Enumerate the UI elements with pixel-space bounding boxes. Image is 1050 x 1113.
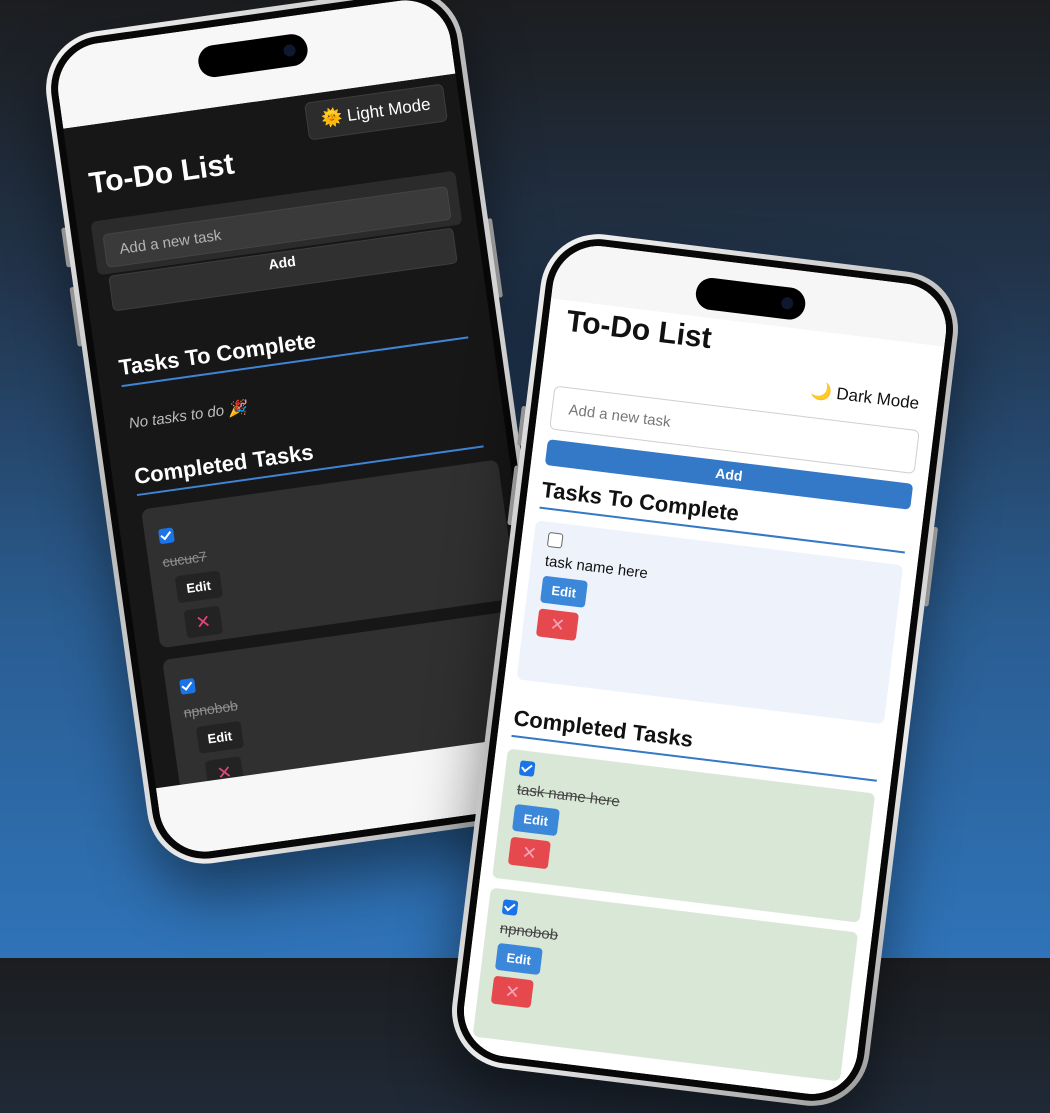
phone-light-mode: To-Do List 🌙 Dark Mode Add Tasks To Comp…	[445, 227, 965, 1113]
dark-mode-toggle[interactable]: 🌙 Dark Mode	[810, 381, 921, 414]
close-icon: ✕	[194, 611, 213, 634]
sun-icon: 🌞	[320, 106, 344, 129]
task-name: npnobob	[182, 697, 239, 721]
completed-task-item: npnobob Edit ✕	[472, 887, 859, 1082]
task-checkbox[interactable]	[157, 527, 175, 545]
task-checkbox[interactable]	[179, 677, 197, 695]
light-mode-toggle[interactable]: 🌞 Light Mode	[304, 83, 448, 141]
task-checkbox[interactable]	[518, 760, 536, 777]
task-name: cucuc7	[161, 548, 208, 571]
empty-tasks-message: No tasks to do 🎉	[127, 399, 248, 433]
edit-button[interactable]: Edit	[511, 803, 560, 837]
delete-button[interactable]: ✕	[183, 605, 224, 639]
tasks-to-complete-heading: Tasks To Complete	[117, 306, 469, 388]
edit-button[interactable]: Edit	[174, 570, 223, 604]
todo-task-item: task name here Edit ✕	[516, 520, 904, 725]
camera-icon	[780, 296, 794, 310]
edit-button[interactable]: Edit	[494, 942, 543, 976]
dark-screen: 🌞 Light Mode To-Do List Add Tasks To Com…	[52, 0, 558, 858]
delete-button[interactable]: ✕	[490, 975, 534, 1009]
delete-button[interactable]: ✕	[535, 608, 579, 642]
task-name: npnobob	[498, 920, 559, 944]
edit-button[interactable]: Edit	[195, 720, 244, 754]
page-title: To-Do List	[86, 147, 237, 201]
edit-button[interactable]: Edit	[540, 575, 588, 608]
camera-icon	[282, 43, 297, 58]
close-icon: ✕	[503, 981, 522, 1003]
light-mode-label: Light Mode	[345, 94, 432, 126]
moon-icon: 🌙	[809, 380, 833, 403]
dark-mode-label: Dark Mode	[835, 384, 921, 414]
close-icon: ✕	[520, 842, 539, 864]
delete-button[interactable]: ✕	[507, 836, 551, 870]
task-checkbox[interactable]	[546, 531, 564, 549]
close-icon: ✕	[548, 613, 567, 636]
task-checkbox[interactable]	[501, 899, 519, 916]
